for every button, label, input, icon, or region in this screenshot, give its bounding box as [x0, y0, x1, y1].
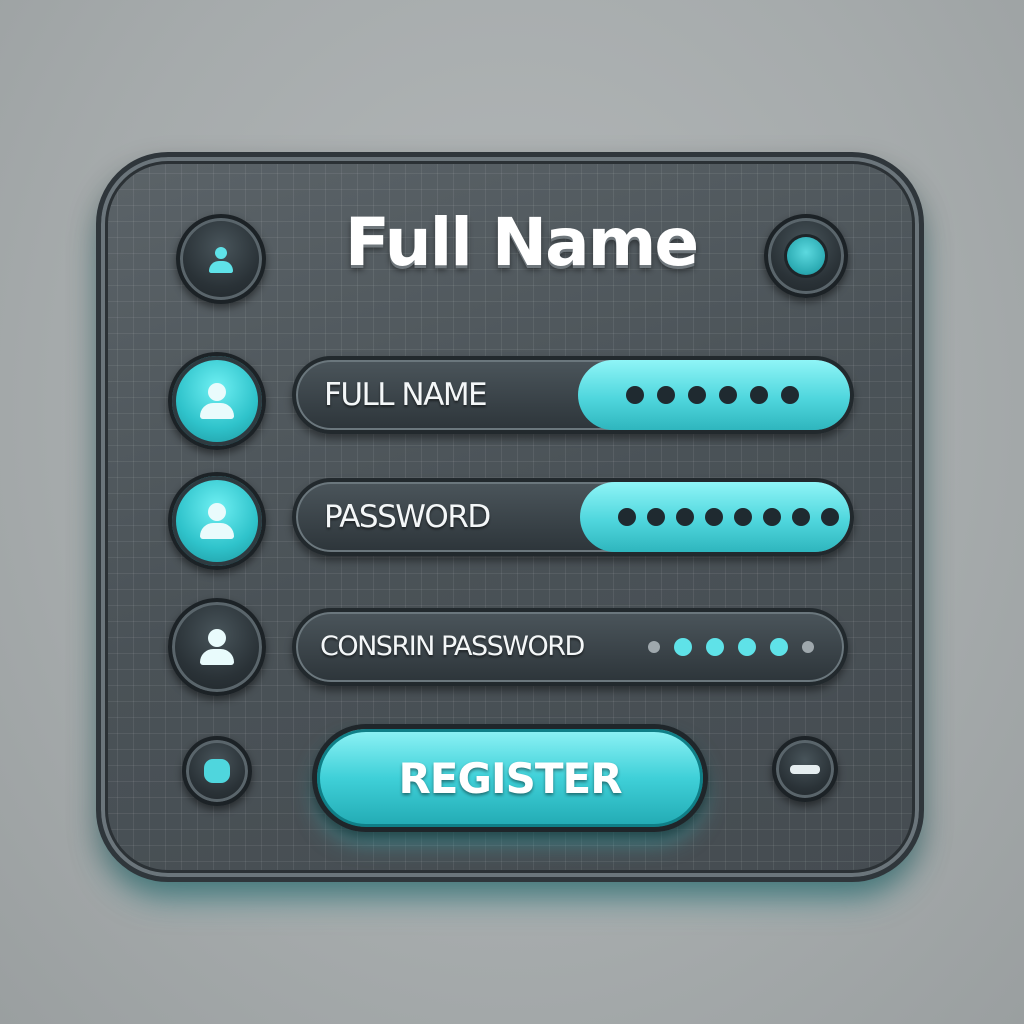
full-name-label: FULL NAME — [324, 377, 488, 413]
confirm-password-field-icon-button[interactable] — [168, 598, 266, 696]
bottom-right-minus-button[interactable] — [772, 736, 838, 802]
full-name-field-icon-button[interactable] — [168, 352, 266, 450]
password-label: PASSWORD — [324, 499, 491, 535]
minus-icon — [790, 764, 820, 774]
password-field[interactable]: PASSWORD — [292, 478, 854, 556]
pill-icon — [204, 759, 230, 783]
top-right-record-button[interactable] — [764, 214, 848, 298]
top-left-user-button[interactable] — [176, 214, 266, 304]
user-icon — [201, 239, 241, 279]
password-field-icon-button[interactable] — [168, 472, 266, 570]
bottom-left-button[interactable] — [182, 736, 252, 806]
form-title: Full Name — [344, 204, 699, 281]
user-icon — [197, 501, 237, 541]
register-button[interactable]: REGISTER — [312, 724, 708, 832]
confirm-password-label: CONSRIN PASSWORD — [320, 631, 585, 662]
user-icon — [197, 381, 237, 421]
full-name-field[interactable]: FULL NAME — [292, 356, 854, 434]
password-masked-value — [618, 482, 839, 552]
confirm-password-field[interactable]: CONSRIN PASSWORD — [292, 608, 848, 686]
user-icon — [197, 627, 237, 667]
record-icon — [787, 237, 825, 275]
full-name-masked-value — [626, 360, 799, 430]
confirm-password-masked-value — [648, 612, 814, 682]
